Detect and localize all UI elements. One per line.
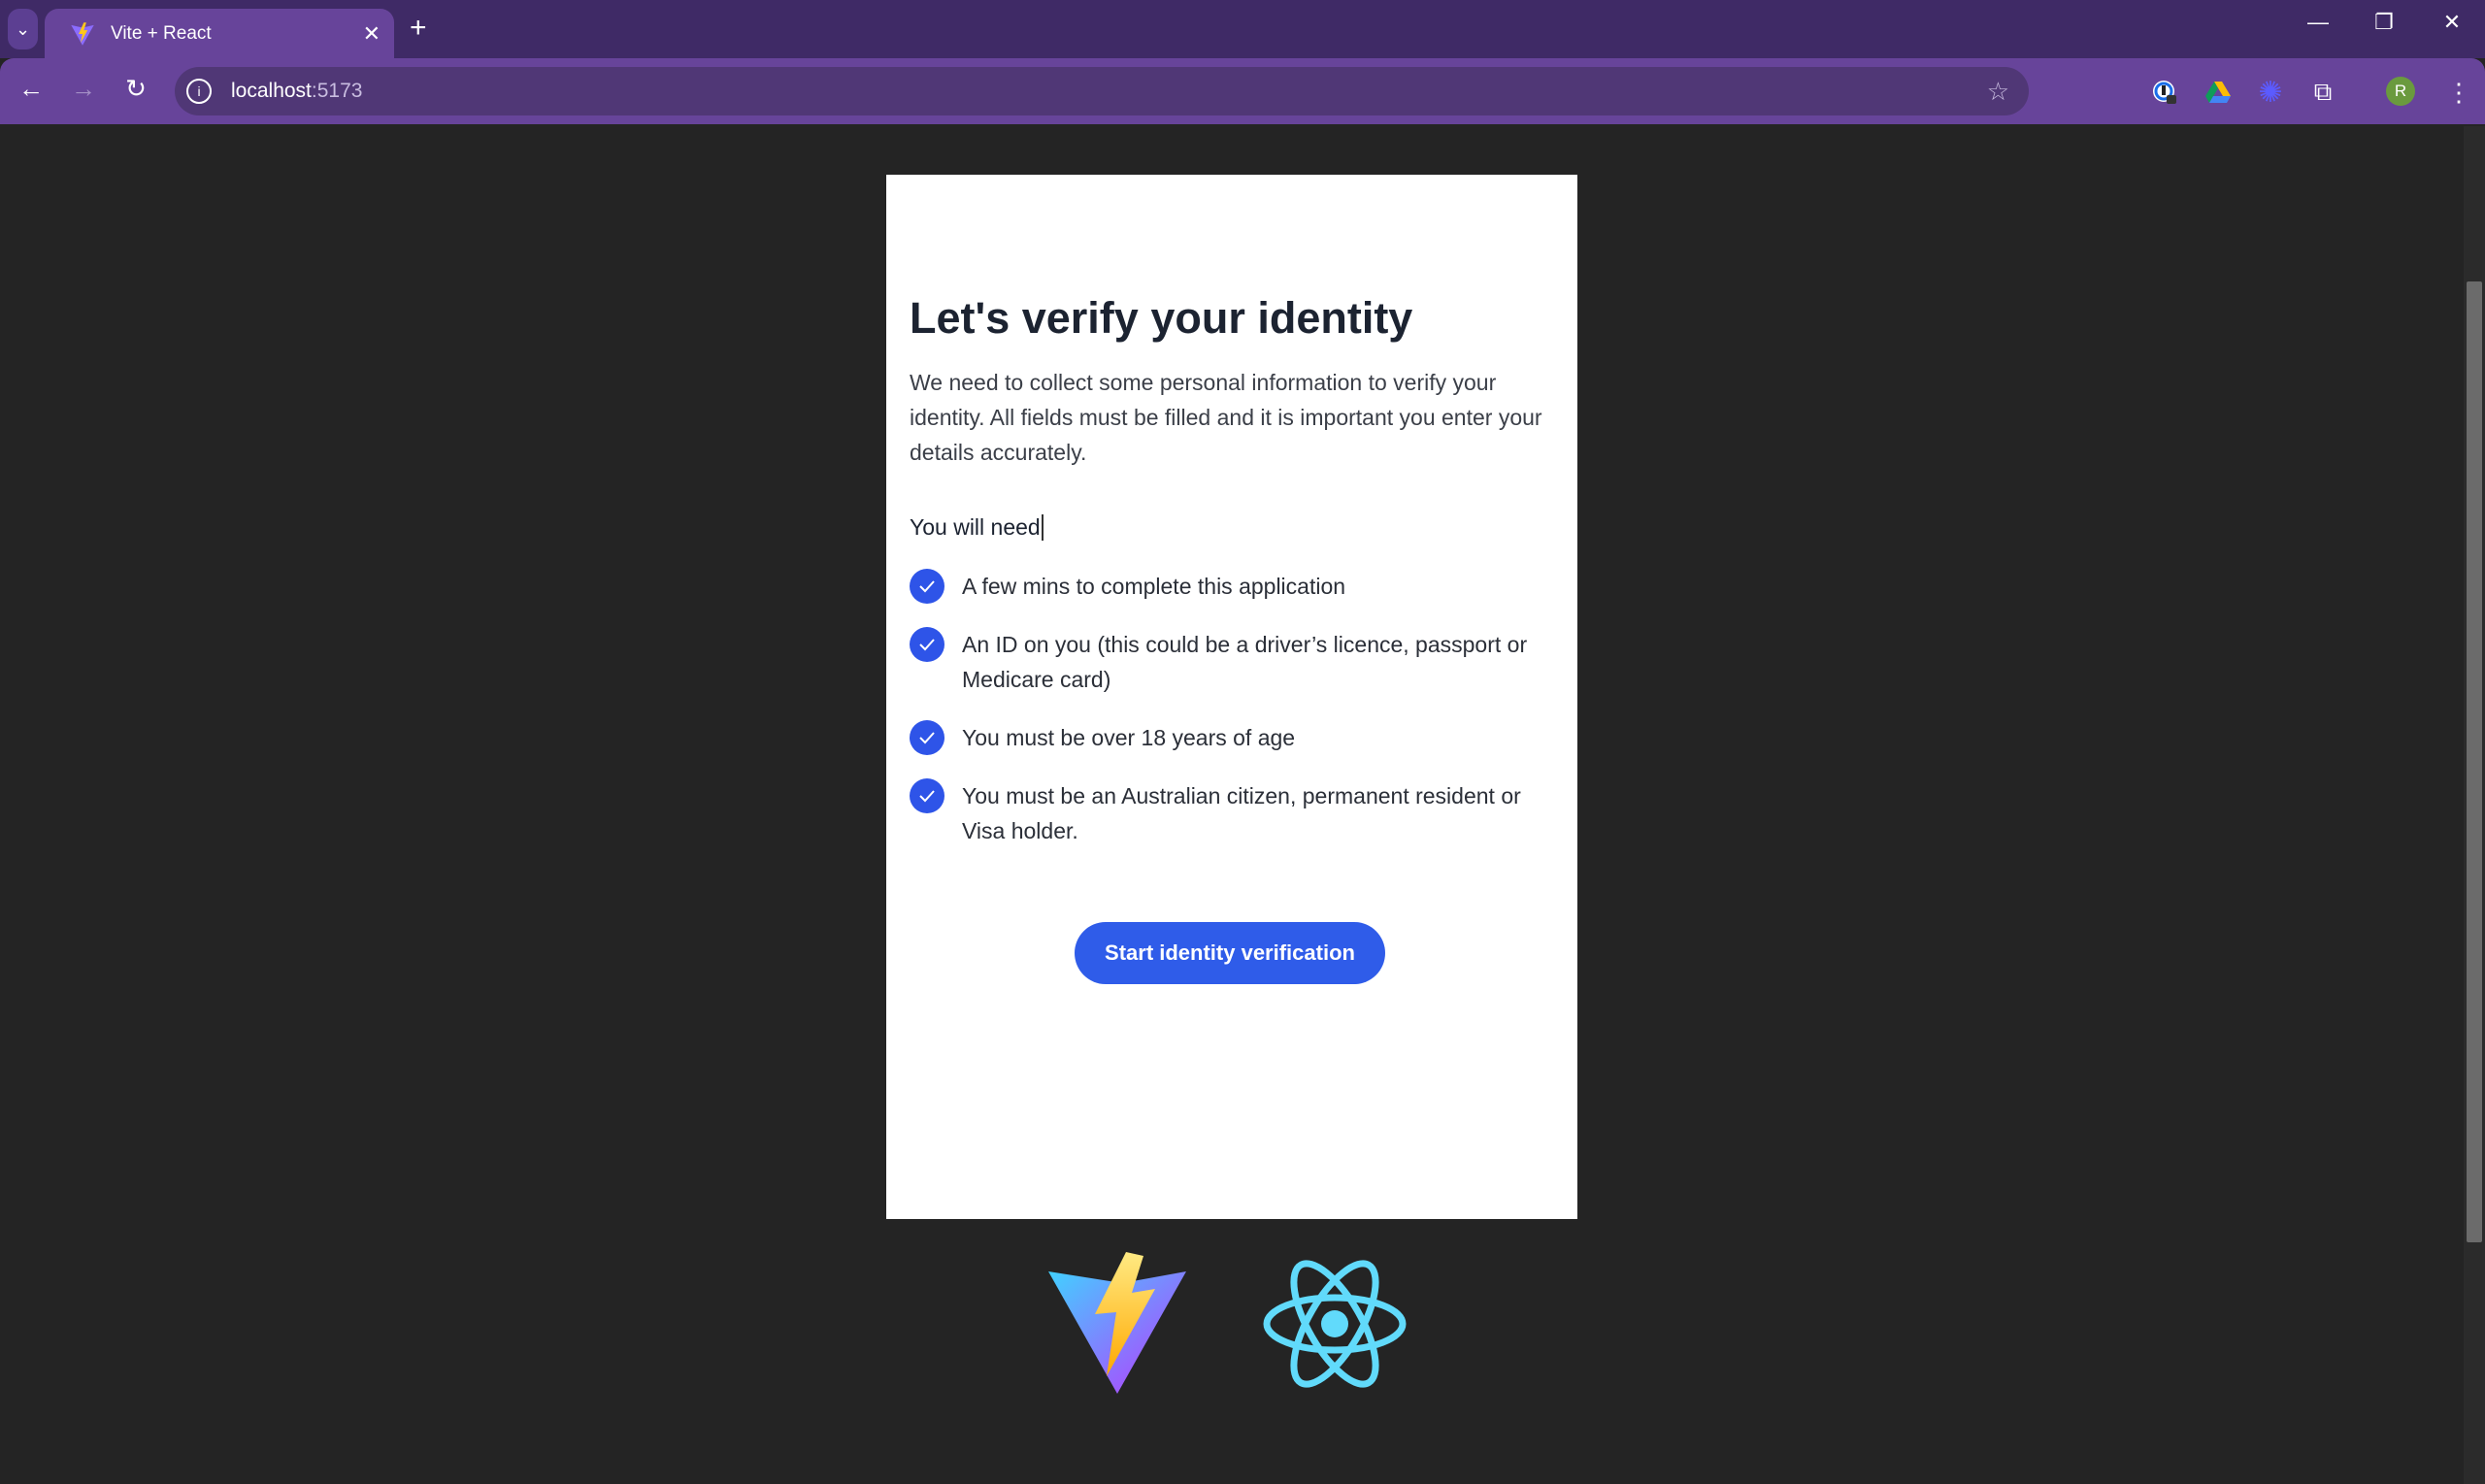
list-item: An ID on you (this could be a driver’s l…: [910, 627, 1560, 697]
vite-favicon-icon: [71, 21, 94, 46]
verification-card: Let's verify your identity We need to co…: [886, 175, 1577, 1219]
extensions-puzzle-icon[interactable]: ⧉: [2308, 77, 2337, 107]
toolbar: ← → ↻ i localhost:5173 ☆ ✺ ⧉ ⋮: [0, 58, 2485, 124]
check-icon: [910, 778, 944, 813]
check-icon: [910, 627, 944, 662]
vite-logo-icon[interactable]: [1046, 1250, 1188, 1396]
requirements-list: A few mins to complete this application …: [910, 569, 1560, 872]
react-logo-icon[interactable]: [1262, 1244, 1408, 1403]
list-item: You must be an Australian citizen, perma…: [910, 778, 1560, 848]
check-icon: [910, 569, 944, 604]
tab-search-icon[interactable]: ⌄: [8, 9, 38, 49]
sparkle-extension-icon[interactable]: ✺: [2256, 77, 2285, 109]
new-tab-icon[interactable]: +: [410, 12, 427, 45]
requirement-text: You must be over 18 years of age: [962, 725, 1296, 750]
google-drive-icon[interactable]: [2203, 78, 2233, 107]
back-icon[interactable]: ←: [14, 74, 49, 104]
tab-vite-react[interactable]: Vite + React ✕: [45, 9, 394, 58]
minimize-icon[interactable]: —: [2299, 10, 2337, 35]
tab-bar: ⌄ Vite + React ✕ + — ❐ ✕: [0, 0, 2485, 58]
restore-icon[interactable]: ❐: [2365, 10, 2403, 35]
address-bar[interactable]: i localhost:5173 ☆: [175, 67, 2029, 115]
tab-title: Vite + React: [111, 22, 212, 44]
check-icon: [910, 720, 944, 755]
reload-icon[interactable]: ↻: [118, 74, 153, 104]
site-info-icon[interactable]: i: [186, 79, 212, 104]
start-verification-button[interactable]: Start identity verification: [1075, 922, 1385, 984]
url-host: localhost: [231, 80, 312, 102]
window-close-icon[interactable]: ✕: [2433, 10, 2471, 35]
url-port: :5173: [311, 80, 363, 102]
intro-text: We need to collect some personal informa…: [910, 370, 1542, 465]
page-title: Let's verify your identity: [910, 293, 1413, 343]
list-item: You must be over 18 years of age: [910, 720, 1560, 755]
requirement-text: You must be an Australian citizen, perma…: [962, 783, 1521, 843]
forward-icon[interactable]: →: [66, 74, 101, 104]
list-item: A few mins to complete this application: [910, 569, 1560, 604]
requirement-text: An ID on you (this could be a driver’s l…: [962, 632, 1528, 692]
requirement-text: A few mins to complete this application: [962, 574, 1346, 599]
scrollbar[interactable]: [2464, 126, 2485, 1484]
profile-avatar[interactable]: R: [2386, 77, 2415, 106]
password-manager-icon[interactable]: [2150, 78, 2179, 107]
close-icon[interactable]: ✕: [363, 21, 381, 47]
requirements-heading: You will need: [910, 514, 1044, 541]
scrollbar-thumb[interactable]: [2467, 281, 2482, 1242]
more-menu-icon[interactable]: ⋮: [2444, 78, 2473, 107]
bookmark-star-icon[interactable]: ☆: [1987, 77, 2009, 107]
